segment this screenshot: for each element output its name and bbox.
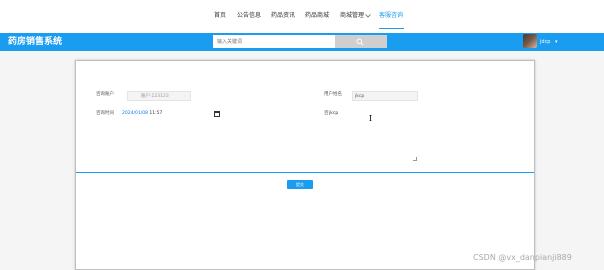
content-textarea[interactable]: jkcp <box>329 109 417 161</box>
username-field-label: 用户姓名 <box>324 92 342 97</box>
consultation-form-card: 咨询账户 账户:123123 用户姓名 jkcp 咨询时间 2024/01/08… <box>75 60 535 270</box>
time-value: 11:57 <box>147 111 163 116</box>
textarea-resize-handle[interactable] <box>413 157 417 161</box>
nav-item-home[interactable]: 首页 <box>214 12 226 20</box>
consult-time-input[interactable]: 2024/01/08 11:57 <box>122 109 220 119</box>
account-label: 咨询账户 <box>96 92 114 97</box>
date-value: 2024/01/08 <box>122 111 148 116</box>
nav-item-customer-service[interactable]: 客服咨询 <box>379 12 403 20</box>
nav-item-announcements[interactable]: 公告信息 <box>237 12 261 20</box>
chevron-down-icon <box>365 14 371 18</box>
site-title: 药房销售系统 <box>8 37 63 47</box>
nav-item-mall-management[interactable]: 商城管理 <box>340 12 364 20</box>
submit-button[interactable]: 提交 <box>287 180 313 189</box>
nav-item-drug-news[interactable]: 药品资讯 <box>271 12 295 20</box>
time-label: 咨询时间 <box>96 111 114 116</box>
username-label[interactable]: jdcp <box>540 39 551 45</box>
header-bar: 药房销售系统 jdcp ▾ <box>0 33 604 51</box>
username-field[interactable]: jkcp <box>352 91 418 101</box>
nav-item-drug-mall[interactable]: 药品商城 <box>305 12 329 20</box>
user-menu-caret-icon[interactable]: ▾ <box>555 39 558 45</box>
avatar[interactable] <box>523 34 537 48</box>
calendar-icon[interactable] <box>214 111 220 117</box>
watermark: CSDN @vx_danpianji889 <box>473 253 572 262</box>
search-icon <box>356 38 364 46</box>
top-navigation: 首页 公告信息 药品资讯 药品商城 商城管理 客服咨询 <box>0 0 604 33</box>
account-field[interactable]: 账户:123123 <box>127 91 191 101</box>
text-cursor-icon: I <box>369 114 373 123</box>
search-input[interactable] <box>213 35 335 48</box>
active-tab-indicator <box>379 28 404 29</box>
form-divider <box>76 172 534 173</box>
search-button[interactable] <box>335 35 387 48</box>
